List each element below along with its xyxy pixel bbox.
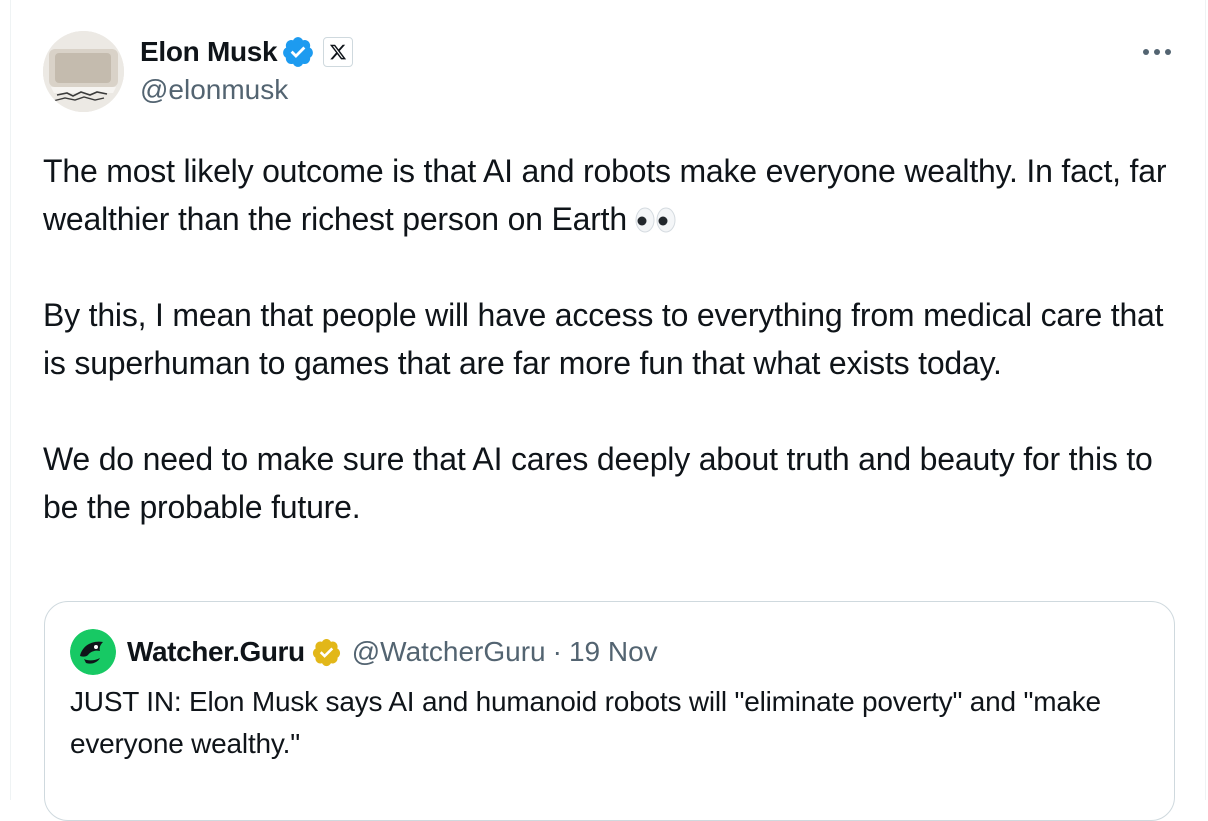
author-handle[interactable]: @elonmusk: [140, 74, 288, 106]
tweet-text: The most likely outcome is that AI and r…: [43, 147, 1183, 531]
more-options-button[interactable]: [1137, 34, 1177, 70]
author-display-name[interactable]: Elon Musk: [140, 36, 278, 68]
tweet-paragraph: By this, I mean that people will have ac…: [43, 297, 1164, 381]
quoted-header: Watcher.Guru @WatcherGuru · 19 Nov: [127, 632, 658, 672]
author-name-row: Elon Musk: [140, 34, 354, 70]
gold-verified-icon[interactable]: [311, 637, 342, 668]
quoted-display-name[interactable]: Watcher.Guru: [127, 636, 305, 668]
eyes-emoji: [635, 207, 676, 233]
quoted-text: JUST IN: Elon Musk says AI and humanoid …: [70, 686, 1101, 759]
x-logo-icon[interactable]: [323, 37, 354, 67]
tweet-paragraph: We do need to make sure that AI cares de…: [43, 441, 1153, 525]
quoted-avatar[interactable]: [70, 629, 116, 675]
verified-badge-icon[interactable]: [281, 35, 315, 69]
quoted-handle[interactable]: @WatcherGuru: [352, 636, 546, 668]
tweet-paragraph: The most likely outcome is that AI and r…: [43, 153, 1167, 237]
tweet-card: Elon Musk @elonmusk The most likely outc…: [10, 0, 1206, 821]
author-avatar[interactable]: [43, 31, 124, 112]
quoted-tweet[interactable]: Watcher.Guru @WatcherGuru · 19 Nov JUST …: [44, 601, 1175, 821]
separator-dot: ·: [552, 636, 562, 667]
ellipsis-icon: [1143, 49, 1171, 55]
quoted-timestamp[interactable]: 19 Nov: [569, 636, 658, 668]
